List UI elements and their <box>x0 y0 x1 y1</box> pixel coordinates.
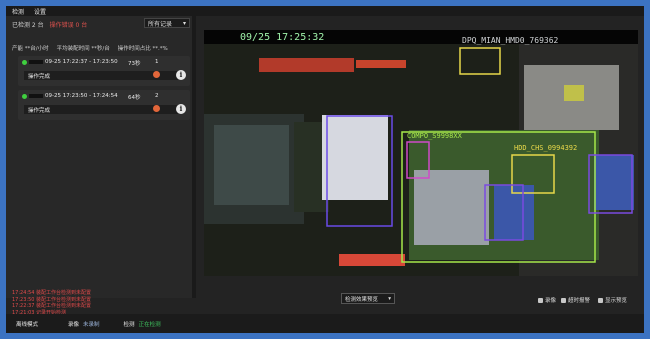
log-line: 17:24:54 装配工作台检测到未配置 <box>12 290 92 296</box>
record-checkbox[interactable]: 录像 <box>538 296 556 304</box>
redacted-id <box>29 94 43 98</box>
camera-preview: 09/25 17:25:32 DPQ_MIAN_HMD0_769362 COMP… <box>204 30 638 276</box>
mode-label: 离线模式 <box>16 321 39 328</box>
preview-mode-value: 检测效果预览 <box>345 296 379 303</box>
record-count: 1 <box>155 59 159 65</box>
checkbox-icon <box>538 297 543 303</box>
status-dot-icon <box>22 93 27 99</box>
checkbox-label: 录像 <box>545 298 557 304</box>
record-header: 09-25 17:22:37 - 17:23:50 <box>22 59 118 65</box>
camera-frame <box>204 30 638 276</box>
detected-count: 已检测 2 台 <box>12 21 44 29</box>
checkbox-label: 超时报警 <box>568 298 591 304</box>
record-duration: 64秒 <box>128 95 141 101</box>
menu-settings[interactable]: 设置 <box>34 7 46 16</box>
op-ratio-metric: 操作时间占比 **.*% <box>117 46 168 52</box>
summary-metrics: 产能 **台/小时 平均装配时间 **秒/台 操作时间占比 **.*% <box>12 44 192 52</box>
record-card[interactable]: 09-25 17:22:37 - 17:23:50 73秒 1 操作完成 i <box>18 56 190 86</box>
redacted-id <box>29 60 43 64</box>
video-timestamp: 09/25 17:25:32 <box>240 32 325 43</box>
record-filter-select[interactable]: 所有记录 ▾ <box>144 18 190 28</box>
record-time-range: 09-25 17:23:50 - 17:24:54 <box>45 93 118 99</box>
checkbox-icon <box>561 297 566 303</box>
show-preview-checkbox[interactable]: 显示预览 <box>598 296 627 304</box>
menu-bar: 检测 设置 <box>6 6 644 16</box>
overlay-label: DPQ_MIAN_HMD0_769362 <box>462 36 559 45</box>
overlay-label: HDD_CHS_0994392 <box>514 144 578 152</box>
record-status-label: 录像 <box>68 321 80 328</box>
preview-mode-select[interactable]: 检测效果预览 ▾ <box>341 293 395 304</box>
timer-icon <box>153 105 160 112</box>
menu-detect[interactable]: 检测 <box>12 7 24 16</box>
panel-splitter[interactable] <box>192 16 196 298</box>
event-log: 17:24:54 装配工作台检测到未配置 17:23:50 装配工作台检测到未配… <box>12 290 91 316</box>
record-duration: 73秒 <box>128 61 141 67</box>
checkbox-label: 显示预览 <box>605 298 628 304</box>
record-status-value: 未录制 <box>83 321 100 328</box>
chevron-down-icon: ▾ <box>182 19 186 27</box>
log-line: 17:22:37 装配工作台检测到未配置 <box>12 303 92 309</box>
overlay-label: COMPO_S9998XX <box>407 132 462 140</box>
capacity-metric: 产能 **台/小时 <box>12 46 49 52</box>
record-count: 2 <box>155 93 159 99</box>
record-card[interactable]: 09-25 17:23:50 - 17:24:54 64秒 2 操作完成 i <box>18 90 190 120</box>
detect-status-value: 正在检测 <box>138 321 161 328</box>
timer-icon <box>153 71 160 78</box>
avg-time-metric: 平均装配时间 **秒/台 <box>56 46 110 52</box>
info-icon[interactable]: i <box>176 104 186 114</box>
info-icon[interactable]: i <box>176 70 186 80</box>
status-bar: 离线模式 录像 未录制 检测 正在检测 <box>6 314 644 333</box>
timeout-alarm-checkbox[interactable]: 超时报警 <box>561 296 590 304</box>
detect-status-label: 检测 <box>123 321 135 328</box>
error-count: 操作错误 0 台 <box>49 21 88 29</box>
status-dot-icon <box>22 59 27 65</box>
record-time-range: 09-25 17:22:37 - 17:23:50 <box>45 59 118 65</box>
checkbox-icon <box>598 297 603 303</box>
records-panel: 已检测 2 台 操作错误 0 台 所有记录 ▾ 产能 **台/小时 平均装配时间… <box>6 16 192 316</box>
preview-controls: 检测效果预览 ▾ 录像 超时报警 显示预览 <box>196 293 644 307</box>
filter-value: 所有记录 <box>148 20 173 28</box>
app-window: 检测 设置 已检测 2 台 操作错误 0 台 所有记录 ▾ 产能 **台/小时 … <box>6 6 644 333</box>
chevron-down-icon: ▾ <box>388 295 391 302</box>
record-header: 09-25 17:23:50 - 17:24:54 <box>22 93 118 99</box>
